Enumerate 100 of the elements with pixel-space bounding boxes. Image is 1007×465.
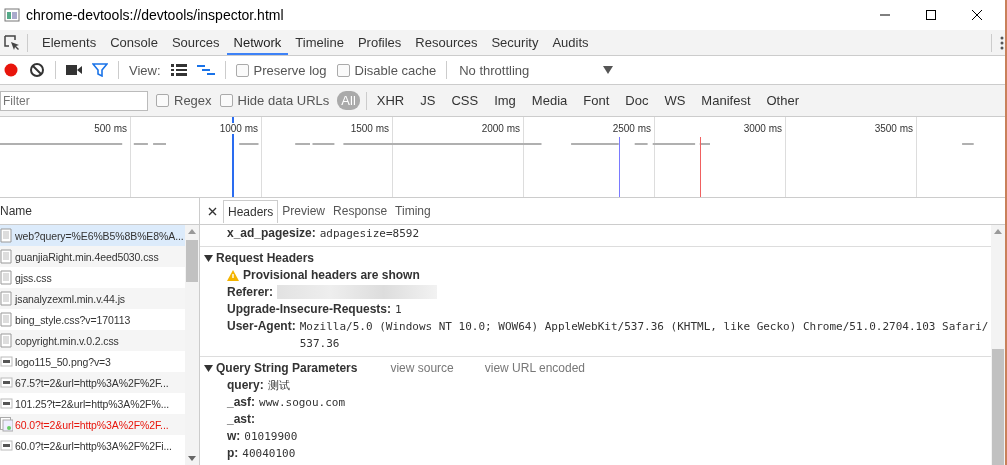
panel-tab[interactable]: Network — [226, 30, 289, 55]
panel-tab[interactable]: Sources — [164, 30, 227, 55]
header-name: p: — [227, 445, 239, 462]
file-icon — [0, 291, 13, 306]
checkbox[interactable] — [219, 94, 233, 107]
more-options-icon[interactable] — [999, 34, 1005, 51]
tick-label: 2500 ms — [610, 123, 651, 134]
type-filter[interactable]: JS — [416, 91, 440, 110]
type-filter[interactable]: Img — [490, 91, 520, 110]
panel-tab[interactable]: Audits — [545, 30, 596, 55]
scrollbar[interactable] — [185, 225, 199, 465]
image-file-icon — [0, 417, 13, 432]
clear-icon[interactable] — [29, 62, 45, 78]
panel-tab[interactable]: Profiles — [350, 30, 409, 55]
header-name: w: — [227, 428, 241, 445]
request-row[interactable]: 101.25?t=2&url=http%3A%2F%... — [0, 393, 185, 414]
request-row[interactable]: 60.0?t=2&url=http%3A%2F%2Fi... — [0, 435, 185, 456]
type-filter[interactable]: Manifest — [697, 91, 755, 110]
type-filter[interactable]: Doc — [621, 91, 653, 110]
panel-tab[interactable]: Resources — [408, 30, 485, 55]
image-file-icon — [0, 375, 13, 390]
checkbox-label[interactable]: Disable cache — [354, 62, 437, 78]
file-icon — [0, 270, 13, 285]
header-name: _asf: — [227, 394, 255, 411]
panel-tab[interactable]: Console — [103, 30, 165, 55]
scroll-up-icon — [994, 229, 1002, 234]
header-name: User-Agent: — [227, 318, 296, 335]
file-icon — [0, 249, 13, 264]
section-title[interactable]: Request Headers — [216, 251, 315, 265]
request-row[interactable]: 60.0?t=2&url=http%3A%2F%2F... — [0, 414, 185, 435]
image-file-icon — [0, 354, 13, 369]
tick-label: 500 ms — [92, 123, 127, 134]
dropdown-arrow-icon — [603, 66, 614, 74]
file-icon — [0, 312, 13, 327]
request-row[interactable]: bing_style.css?v=170113 — [0, 309, 185, 330]
request-row[interactable]: guanjiaRight.min.4eed5030.css — [0, 246, 185, 267]
waterfall-icon[interactable] — [196, 64, 215, 76]
section-title[interactable]: Query String Parameters — [216, 361, 358, 375]
type-filter[interactable]: Other — [762, 91, 803, 110]
close-icon[interactable] — [208, 206, 217, 216]
close-icon[interactable] — [971, 9, 983, 21]
tick-label: 1500 ms — [348, 123, 389, 134]
checkbox[interactable] — [156, 94, 169, 107]
type-filter[interactable]: Media — [527, 91, 572, 110]
panel-tab[interactable]: Timeline — [288, 30, 351, 55]
request-row[interactable]: copyright.min.v.0.2.css — [0, 330, 185, 351]
marker-line — [619, 137, 620, 197]
header-value: www.sogou.com — [259, 395, 346, 411]
type-filter[interactable]: CSS — [447, 91, 483, 110]
list-icon[interactable] — [170, 64, 187, 76]
video-camera-icon[interactable] — [66, 64, 82, 76]
checkbox[interactable] — [235, 63, 249, 77]
tick-label: 2000 ms — [479, 123, 520, 134]
tick-label: 1000 ms — [217, 123, 258, 134]
request-row[interactable]: web?query=%E6%B5%8B%E8%A... — [0, 225, 185, 246]
detail-tab[interactable]: Headers — [223, 199, 279, 223]
type-filter[interactable]: Font — [579, 91, 614, 110]
warning-text: Provisional headers are shown — [243, 267, 420, 284]
request-row[interactable]: logo115_50.png?v=3 — [0, 351, 185, 372]
type-filter[interactable]: XHR — [372, 91, 409, 110]
checkbox-label[interactable]: Regex — [174, 93, 212, 108]
tick-label: 3000 ms — [741, 123, 782, 134]
scroll-thumb[interactable] — [186, 240, 198, 282]
scroll-down-icon — [188, 456, 196, 461]
header-name: query: — [227, 377, 264, 394]
request-row[interactable]: gjss.css — [0, 267, 185, 288]
view-label: View: — [129, 62, 161, 78]
checkbox[interactable] — [336, 63, 350, 77]
detail-tab[interactable]: Preview — [278, 200, 330, 222]
disclosure-triangle-icon[interactable] — [204, 363, 213, 373]
detail-tab[interactable]: Response — [329, 200, 392, 222]
filter-icon[interactable] — [92, 63, 108, 77]
window-title: chrome-devtools://devtools/inspector.html — [26, 7, 284, 23]
checkbox-label[interactable]: Preserve log — [253, 62, 327, 78]
header-value: 01019900 — [244, 429, 298, 445]
maximize-icon[interactable] — [925, 9, 937, 21]
panel-tab[interactable]: Security — [484, 30, 546, 55]
request-row[interactable]: jsanalyzexml.min.v.44.js — [0, 288, 185, 309]
panel-tab[interactable]: Elements — [35, 30, 104, 55]
scrollbar[interactable] — [991, 225, 1005, 465]
checkbox-label[interactable]: Hide data URLs — [237, 93, 330, 108]
type-filter[interactable]: WS — [660, 91, 690, 110]
detail-tab[interactable]: Timing — [391, 200, 435, 222]
inspect-icon[interactable] — [4, 34, 20, 51]
record-button[interactable] — [3, 62, 19, 78]
scroll-up-icon — [188, 229, 196, 234]
filter-input[interactable]: Filter — [0, 90, 148, 111]
tick-label: 3500 ms — [872, 123, 913, 134]
header-name: x_ad_pagesize: — [227, 225, 316, 242]
throttling-dropdown[interactable]: No throttling — [457, 62, 614, 78]
scroll-thumb[interactable] — [992, 349, 1004, 465]
request-row[interactable]: 67.5?t=2&url=http%3A%2F%2F... — [0, 372, 185, 393]
header-value: 1 — [395, 302, 402, 318]
load-line — [700, 137, 701, 197]
file-icon — [0, 333, 13, 348]
view-link[interactable]: view source — [390, 361, 454, 375]
disclosure-triangle-icon[interactable] — [204, 253, 213, 263]
header-name: _ast: — [227, 411, 255, 428]
warning-icon — [227, 270, 239, 281]
view-link[interactable]: view URL encoded — [484, 361, 586, 375]
